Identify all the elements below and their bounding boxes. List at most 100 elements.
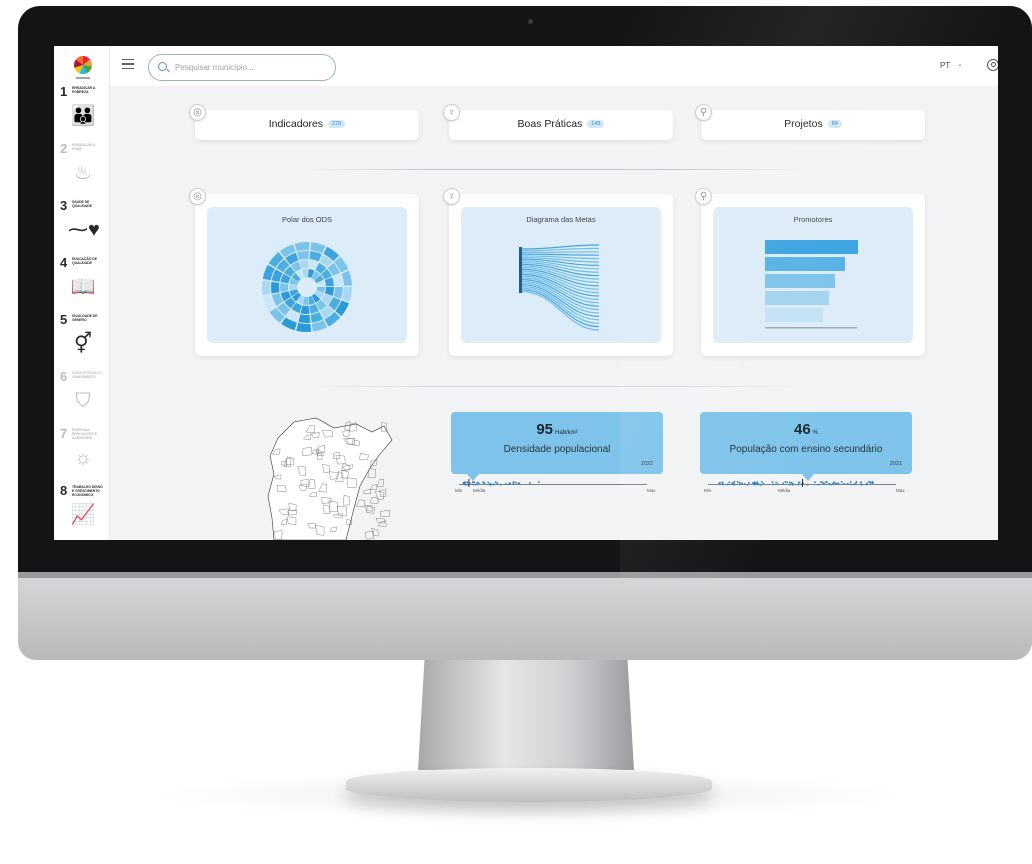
polar-segment [298, 314, 311, 323]
search-box[interactable] [148, 54, 336, 81]
card-polar-ods[interactable]: ◎ Polar dos ODS [189, 188, 419, 356]
distribution-dot [853, 483, 856, 486]
search-input[interactable] [175, 60, 325, 75]
stat-value: 95 [536, 421, 553, 438]
sidebar-item-sdg-4[interactable]: 4 EDUCAÇÃO DE QUALIDADE 📖 [60, 255, 106, 305]
distribution-scale: Min Média Max [700, 478, 912, 502]
count-badge: 143 [587, 120, 605, 129]
distribution-dot [482, 481, 484, 484]
sidebar-item-sdg-3[interactable]: 3 SAÚDE DE QUALIDADE ⁓♥ [60, 198, 106, 248]
municipality-shape [364, 505, 373, 512]
bar-4 [765, 291, 829, 305]
monitor-stand [418, 660, 634, 770]
scale-max: Max [896, 488, 905, 493]
sidebar-item-sdg-7[interactable]: 7 ENERGIAS RENOVÁVEIS E ACESSÍVEIS ☼ [60, 426, 106, 476]
municipality-shape [380, 510, 391, 517]
distribution-dot [733, 481, 736, 483]
distribution-dot [855, 481, 858, 483]
distribution-dot [496, 482, 498, 485]
sankey-thumbnail [519, 244, 600, 331]
distribution-dot [515, 481, 517, 484]
logo-caption [76, 77, 90, 79]
polar-segment [341, 270, 352, 286]
bar-2 [765, 257, 845, 271]
distribution-dot [761, 481, 763, 483]
topbar: PT ⌄ [110, 46, 998, 86]
stat-unit: % [812, 430, 819, 436]
chin-edge [18, 572, 1032, 578]
distribution-dot [860, 483, 863, 486]
distribution-dot [760, 484, 762, 486]
sdg-number: 5 [60, 312, 68, 327]
distribution-dot [493, 483, 495, 486]
polar-segment [280, 283, 289, 292]
distribution-dot [837, 482, 840, 485]
distribution-dot [820, 481, 822, 483]
monitor-base [346, 768, 712, 802]
distribution-dot [741, 482, 743, 485]
sdg-number: 6 [60, 369, 68, 384]
tab-projetos[interactable]: ⚲ Projetos 84 [695, 104, 925, 140]
municipality-shape [374, 491, 385, 500]
distribution-dot [872, 482, 874, 484]
scale-max: Max [647, 488, 656, 493]
sdg-label: EDUCAÇÃO DE QUALIDADE [72, 257, 97, 265]
chevron-down-icon[interactable]: ⌄ [957, 60, 963, 68]
sidebar-item-sdg-8[interactable]: 8 TRABALHO DIGNO E CRESCIMENTO ECONÓMICO 📈 [60, 483, 106, 533]
card-promotores[interactable]: ⚲ Promotores [695, 188, 925, 356]
distribution-dot [797, 483, 800, 486]
sidebar-item-sdg-6[interactable]: 6 ÁGUA POTÁVEL E SANEAMENTO ⛉ [60, 369, 106, 419]
stat-ensino-secundario: 46% População com ensino secundário 2021 [700, 412, 912, 481]
distribution-dot [463, 481, 465, 484]
polar-segment [297, 251, 309, 261]
distribution-dot [472, 481, 474, 483]
card-preview: Diagrama das Metas [461, 207, 661, 343]
tab-label: Projetos [784, 118, 823, 130]
polar-segment [341, 287, 352, 302]
monitor-chin [18, 572, 1032, 660]
polar-segment [300, 305, 310, 314]
sankey-link [521, 251, 600, 253]
polar-segment [309, 251, 322, 262]
municipalities-map[interactable] [254, 408, 394, 540]
distribution-dot [736, 481, 739, 483]
stat-value: 46 [793, 421, 811, 438]
municipality-shape [376, 478, 384, 488]
sdg-logo-icon[interactable] [74, 56, 92, 74]
language-selector[interactable]: PT [940, 61, 950, 70]
card-diagrama-metas[interactable]: ♀ Diagrama das Metas [443, 188, 673, 356]
value-marker [468, 479, 470, 487]
tab-boas-praticas[interactable]: ♀ Boas Práticas 143 [443, 104, 673, 140]
sidebar-item-sdg-2[interactable]: 2 ERRADICAR A FOME ♨ [60, 141, 106, 191]
distribution-dot [466, 481, 469, 484]
distribution-dot [782, 482, 784, 485]
pin-icon: ⚲ [695, 188, 712, 205]
distribution-dot [462, 483, 465, 486]
distribution-dot [733, 483, 735, 486]
tab-indicadores[interactable]: ◎ Indicadores 270 [189, 104, 419, 140]
water-icon: ⛉ [75, 390, 91, 412]
menu-icon[interactable] [122, 59, 134, 69]
stat-year: 2021 [889, 461, 902, 467]
distribution-dot [473, 481, 475, 484]
sdg-label: ERRADICAR A POBREZA [72, 86, 96, 94]
screen: 1 ERRADICAR A POBREZA 👪 2 ERRADICAR A FOME ♨ 3… [54, 46, 998, 540]
growth-icon: 📈 [70, 504, 96, 526]
webcam [528, 19, 533, 24]
polar-segment [333, 287, 343, 299]
distribution-dot [476, 482, 478, 484]
sidebar-item-sdg-1[interactable]: 1 ERRADICAR A POBREZA 👪 [60, 84, 106, 134]
user-icon[interactable] [987, 59, 998, 71]
sidebar-item-sdg-5[interactable]: 5 IGUALDADE DE GÉNERO ⚥ [60, 312, 106, 362]
distribution-dot [789, 483, 791, 486]
scale-mid: Média [778, 488, 791, 493]
sdg-label: ÁGUA POTÁVEL E SANEAMENTO [72, 371, 102, 379]
stat-label: População com ensino secundário [729, 444, 883, 455]
distribution-dot [786, 481, 788, 484]
gender-icon: ⚥ [73, 333, 93, 355]
target-icon: ◎ [189, 188, 206, 205]
municipality-shape [366, 505, 375, 514]
bar-3 [765, 274, 835, 288]
distribution-dot [826, 481, 828, 483]
distribution-dot [508, 482, 511, 484]
